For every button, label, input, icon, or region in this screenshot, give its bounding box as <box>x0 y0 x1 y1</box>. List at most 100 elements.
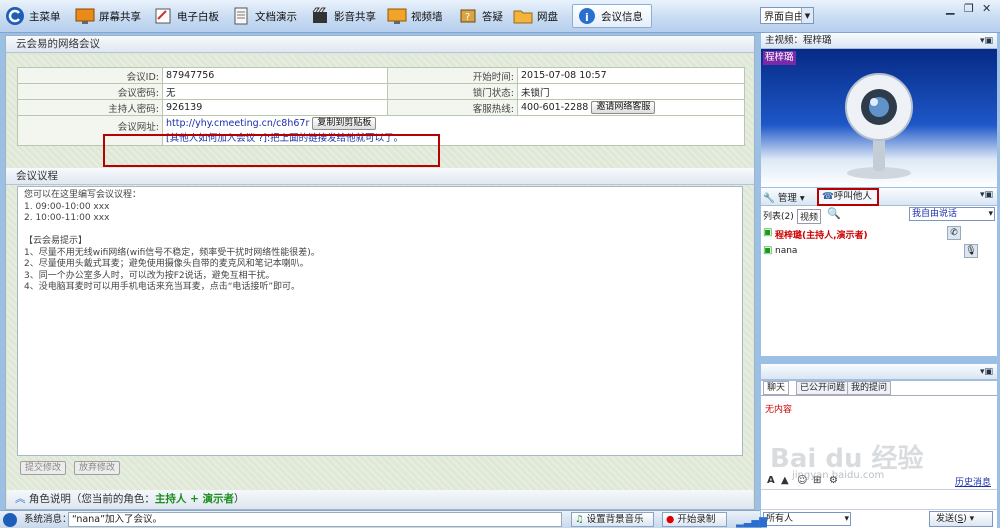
netdisk-button[interactable]: 网盘 <box>512 4 558 28</box>
start-time-value: 2015-07-08 10:57 <box>517 67 745 84</box>
call-others-button[interactable]: ☎呼叫他人 <box>817 188 879 206</box>
restore-icon[interactable]: ❐ <box>964 2 974 15</box>
lock-status-value: 未锁门 <box>517 83 745 100</box>
agenda-area: 您可以在这里编写会议议程： 1. 09:00-10:00 xxx 2. 10:0… <box>7 185 753 490</box>
expand-icon[interactable]: ︽ <box>15 493 26 505</box>
video-wall-button[interactable]: 视频墙 <box>386 4 443 28</box>
monitor-icon: ▣ <box>763 245 773 256</box>
screen-share-button[interactable]: 屏幕共享 <box>74 4 141 28</box>
password-label: 会议密码: <box>17 83 163 100</box>
search-icon[interactable]: 🔍 <box>827 207 841 220</box>
pin-icon[interactable]: ▾▣ <box>980 33 993 49</box>
highlight-box-url <box>103 134 440 167</box>
status-bar: 系统消息： “nana”加入了会议。 ♫ 设置背景音乐 ● 开始录制 ▂▃▅▇ <box>0 510 767 528</box>
member-list-panel: 列表(2) 视频 🔍 我自由说话 ▾ ▣ 程梓璐(主持人,演示者) ✆ ▣ nan… <box>761 206 997 356</box>
submit-agenda-button[interactable]: 提交修改 <box>20 461 67 475</box>
music-note-icon: ♫ <box>575 514 584 525</box>
font-icon[interactable]: A <box>767 475 775 486</box>
record-button[interactable]: ● 开始录制 <box>662 512 727 527</box>
layout-mode-select[interactable]: 界面自由 ▼ <box>760 7 814 24</box>
host-password-value: 926139 <box>162 99 388 116</box>
invite-service-button[interactable]: 邀请网络客服 <box>591 101 656 114</box>
speak-mode-select[interactable]: 我自由说话 ▾ <box>909 207 995 221</box>
chevron-down-icon: ▾ <box>799 193 805 204</box>
members-header: 🔧 管理 ▾ ☎呼叫他人 ▾▣ <box>761 188 997 206</box>
role-description-bar: ︽ 角色说明（您当前的角色：主持人 + 演示者） <box>7 490 753 509</box>
meeting-info-tab[interactable]: i 会议信息 <box>572 4 652 28</box>
phone-person-icon: ☎ <box>822 191 834 202</box>
hotline-value: 400-601-2288 <box>521 102 589 113</box>
history-link[interactable]: 历史消息 <box>955 475 991 488</box>
monitor-icon: ▣ <box>763 227 773 238</box>
chevron-down-icon: ▾ <box>969 514 975 524</box>
chevron-down-icon: ▼ <box>801 8 813 23</box>
record-icon: ● <box>666 514 675 525</box>
chat-input[interactable] <box>761 489 997 510</box>
pin-icon[interactable]: ▾▣ <box>980 190 993 200</box>
app-logo-icon <box>4 6 26 26</box>
lock-status-label: 锁门状态: <box>387 83 518 100</box>
main-menu-button[interactable]: 主菜单 <box>4 4 61 28</box>
folder-icon <box>512 6 534 26</box>
video-tab[interactable]: 视频 <box>797 209 822 224</box>
hotline-cell: 400-601-2288 邀请网络客服 <box>517 99 745 116</box>
app-logo-icon <box>3 513 17 527</box>
tab-chat[interactable]: 聊天 <box>763 381 790 395</box>
chevron-down-icon: ▾ <box>844 514 849 524</box>
meeting-info-panel: 云会易的网络会议 会议ID: 87947756 开始时间: 2015-07-08… <box>5 35 755 510</box>
close-icon[interactable]: ✕ <box>982 2 991 15</box>
chat-panel-header: ▾▣ <box>761 364 997 380</box>
member-name-host: 程梓璐(主持人,演示者) <box>775 231 868 241</box>
ink-icon[interactable]: ▲ <box>781 475 789 486</box>
svg-text:i: i <box>585 11 589 24</box>
qa-button[interactable]: ? 答疑 <box>457 4 503 28</box>
tab-my-questions[interactable]: 我的提问 <box>847 381 892 395</box>
discard-agenda-button[interactable]: 放弃修改 <box>74 461 121 475</box>
whiteboard-icon <box>152 6 174 26</box>
meeting-url-link[interactable]: http://yhy.cmeeting.cn/c8h67r <box>166 118 309 129</box>
chat-empty-text: 无内容 <box>765 405 793 415</box>
agenda-textarea[interactable]: 您可以在这里编写会议议程： 1. 09:00-10:00 xxx 2. 10:0… <box>17 186 743 456</box>
top-toolbar: 主菜单 屏幕共享 电子白板 文档演示 影音共享 视频墙 ? 答疑 网盘 i 会议… <box>0 0 1000 33</box>
pin-icon[interactable]: ▾▣ <box>980 364 993 380</box>
phone-icon[interactable]: ✆ <box>947 226 961 240</box>
chat-target-select[interactable]: 所有人 ▾ <box>763 512 851 526</box>
watermark-url: jingyan.baidu.com <box>792 470 885 481</box>
password-value: 无 <box>162 83 388 100</box>
svg-text:?: ? <box>465 12 470 23</box>
copy-url-button[interactable]: 复制到剪贴板 <box>312 117 377 130</box>
member-name: nana <box>775 246 798 256</box>
qa-icon: ? <box>457 6 479 26</box>
agenda-section-title: 会议议程 <box>6 168 754 185</box>
wrench-icon: 🔧 <box>763 193 775 204</box>
list-tab[interactable]: 列表(2) <box>763 209 794 222</box>
manage-button[interactable]: 🔧 管理 ▾ <box>763 190 805 204</box>
video-panel-header: 主视频：程梓璐 ▾▣ <box>761 33 997 49</box>
video-user-label: 程梓璐 <box>763 51 796 65</box>
webcam-icon <box>845 73 913 179</box>
whiteboard-button[interactable]: 电子白板 <box>152 4 219 28</box>
chevron-down-icon: ▾ <box>988 209 993 219</box>
role-value: 主持人 + 演示者 <box>154 493 234 505</box>
start-time-label: 开始时间: <box>387 67 518 84</box>
status-prefix: 系统消息： <box>24 514 72 525</box>
signal-icon: ▂▃▅▇ <box>736 517 767 528</box>
meeting-id-label: 会议ID: <box>17 67 163 84</box>
minimize-icon[interactable]: ▁ <box>946 2 954 15</box>
media-share-button[interactable]: 影音共享 <box>309 4 376 28</box>
tab-public-questions[interactable]: 已公开问题 <box>796 381 850 395</box>
hotline-label: 客服热线: <box>387 99 518 116</box>
microphone-icon[interactable]: 🎙 <box>964 244 978 258</box>
info-section-title: 云会易的网络会议 <box>6 36 754 53</box>
document-icon <box>230 6 252 26</box>
member-row[interactable]: ▣ nana 🎙 <box>761 242 997 260</box>
status-message: “nana”加入了会议。 <box>68 512 562 527</box>
info-area: 会议ID: 87947756 开始时间: 2015-07-08 10:57 会议… <box>7 55 753 168</box>
info-icon: i <box>576 6 598 26</box>
bg-music-button[interactable]: ♫ 设置背景音乐 <box>571 512 654 527</box>
main-video-view: 程梓璐 <box>761 49 997 187</box>
doc-present-button[interactable]: 文档演示 <box>230 4 297 28</box>
member-row[interactable]: ▣ 程梓璐(主持人,演示者) ✆ <box>761 224 997 242</box>
send-button[interactable]: 发送(S) ▾ <box>929 511 993 527</box>
meeting-id-value: 87947756 <box>162 67 388 84</box>
